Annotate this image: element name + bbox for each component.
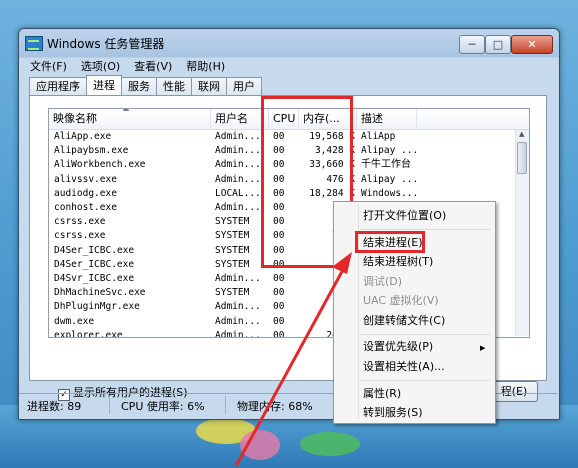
- process-name-cell: D4Svr_ICBC.exe: [54, 273, 135, 284]
- process-name-cell: DhPluginMgr.exe: [54, 301, 140, 313]
- menu-bar: 文件(F) 选项(O) 查看(V) 帮助(H): [23, 57, 232, 75]
- process-name-cell: AliApp.exe: [54, 131, 112, 142]
- minimize-button[interactable]: ─: [459, 35, 485, 54]
- tab-performance[interactable]: 性能: [156, 77, 192, 95]
- process-user-cell: Admin...: [215, 315, 261, 327]
- process-name-cell: Alipaybsm.exe: [54, 145, 129, 157]
- menu-item-create-dump[interactable]: 创建转储文件(C): [363, 312, 445, 330]
- tab-services[interactable]: 服务: [121, 77, 157, 95]
- process-name-cell: AliWorkbench.exe: [54, 159, 146, 171]
- submenu-arrow-icon: ▶: [480, 344, 486, 352]
- process-desc-cell: Alipay ...: [361, 173, 419, 185]
- tab-users[interactable]: 用户: [226, 77, 262, 95]
- process-name-cell: alivssv.exe: [54, 173, 117, 185]
- status-physical-memory: 物理内存: 68%: [237, 400, 313, 413]
- menu-item-set-priority[interactable]: 设置优先级(P): [363, 338, 433, 356]
- tab-networking[interactable]: 联网: [191, 77, 227, 95]
- desktop-decoration-pink: [240, 430, 280, 460]
- window-title: Windows 任务管理器: [47, 37, 165, 51]
- status-process-count: 进程数: 89: [27, 400, 82, 413]
- process-cpu-cell: 00: [273, 287, 285, 299]
- menu-item-debug[interactable]: 调试(D): [363, 273, 402, 291]
- column-description[interactable]: 描述: [357, 109, 417, 129]
- menu-options[interactable]: 选项(O): [74, 57, 127, 75]
- menu-item-properties[interactable]: 属性(R): [363, 385, 401, 403]
- annotation-highlight-end-process: [355, 231, 425, 253]
- process-name-cell: explorer.exe: [54, 329, 123, 338]
- title-bar[interactable]: Windows 任务管理器 ─ □ ✕: [19, 29, 559, 57]
- process-name-cell: dwm.exe: [54, 315, 95, 327]
- process-user-cell: SYSTEM: [215, 287, 250, 299]
- maximize-button[interactable]: □: [485, 35, 511, 54]
- process-name-cell: audiodg.exe: [54, 187, 117, 199]
- close-button[interactable]: ✕: [511, 35, 553, 54]
- process-name-cell: DhMachineSvc.exe: [54, 287, 146, 299]
- process-name-cell: D4Ser_ICBC.exe: [54, 258, 135, 270]
- status-cpu-usage: CPU 使用率: 6%: [121, 400, 205, 413]
- menu-file[interactable]: 文件(F): [23, 57, 74, 75]
- process-user-cell: Admin...: [215, 301, 261, 313]
- process-cpu-cell: 00: [273, 329, 285, 338]
- process-name-cell: D4Ser_ICBC.exe: [54, 244, 135, 256]
- menu-item-uac-virtualization[interactable]: UAC 虚拟化(V): [363, 292, 439, 310]
- menu-item-go-to-service[interactable]: 转到服务(S): [363, 404, 423, 422]
- process-name-cell: conhost.exe: [54, 202, 117, 213]
- scroll-up-icon[interactable]: ▲: [519, 130, 524, 138]
- process-desc-cell: AliApp: [361, 131, 396, 142]
- process-cpu-cell: 00: [273, 273, 285, 284]
- process-name-cell: csrss.exe: [54, 216, 106, 228]
- process-cpu-cell: 00: [273, 301, 285, 313]
- process-desc-cell: 千牛工作台: [361, 159, 411, 171]
- column-image-name[interactable]: 映像名称: [49, 109, 211, 129]
- desktop-decoration-green: [300, 432, 360, 456]
- process-desc-cell: Alipay ...: [361, 145, 419, 157]
- menu-help[interactable]: 帮助(H): [179, 57, 232, 75]
- scrollbar-thumb[interactable]: [517, 142, 527, 174]
- task-manager-icon: [25, 36, 43, 51]
- tab-processes[interactable]: 进程: [86, 75, 122, 95]
- menu-item-end-process-tree[interactable]: 结束进程树(T): [363, 253, 433, 271]
- process-user-cell: Admin...: [215, 329, 261, 338]
- process-cpu-cell: 00: [273, 315, 285, 327]
- tab-applications[interactable]: 应用程序: [29, 77, 87, 95]
- process-desc-cell: Windows...: [361, 187, 419, 199]
- menu-item-open-location[interactable]: 打开文件位置(O): [363, 207, 446, 225]
- tab-strip: 应用程序 进程 服务 性能 联网 用户: [29, 75, 262, 95]
- process-name-cell: csrss.exe: [54, 230, 106, 242]
- menu-item-set-affinity[interactable]: 设置相关性(A)...: [363, 358, 445, 376]
- process-user-cell: Admin...: [215, 273, 261, 284]
- menu-view[interactable]: 查看(V): [127, 57, 179, 75]
- vertical-scrollbar[interactable]: ▲: [515, 130, 529, 336]
